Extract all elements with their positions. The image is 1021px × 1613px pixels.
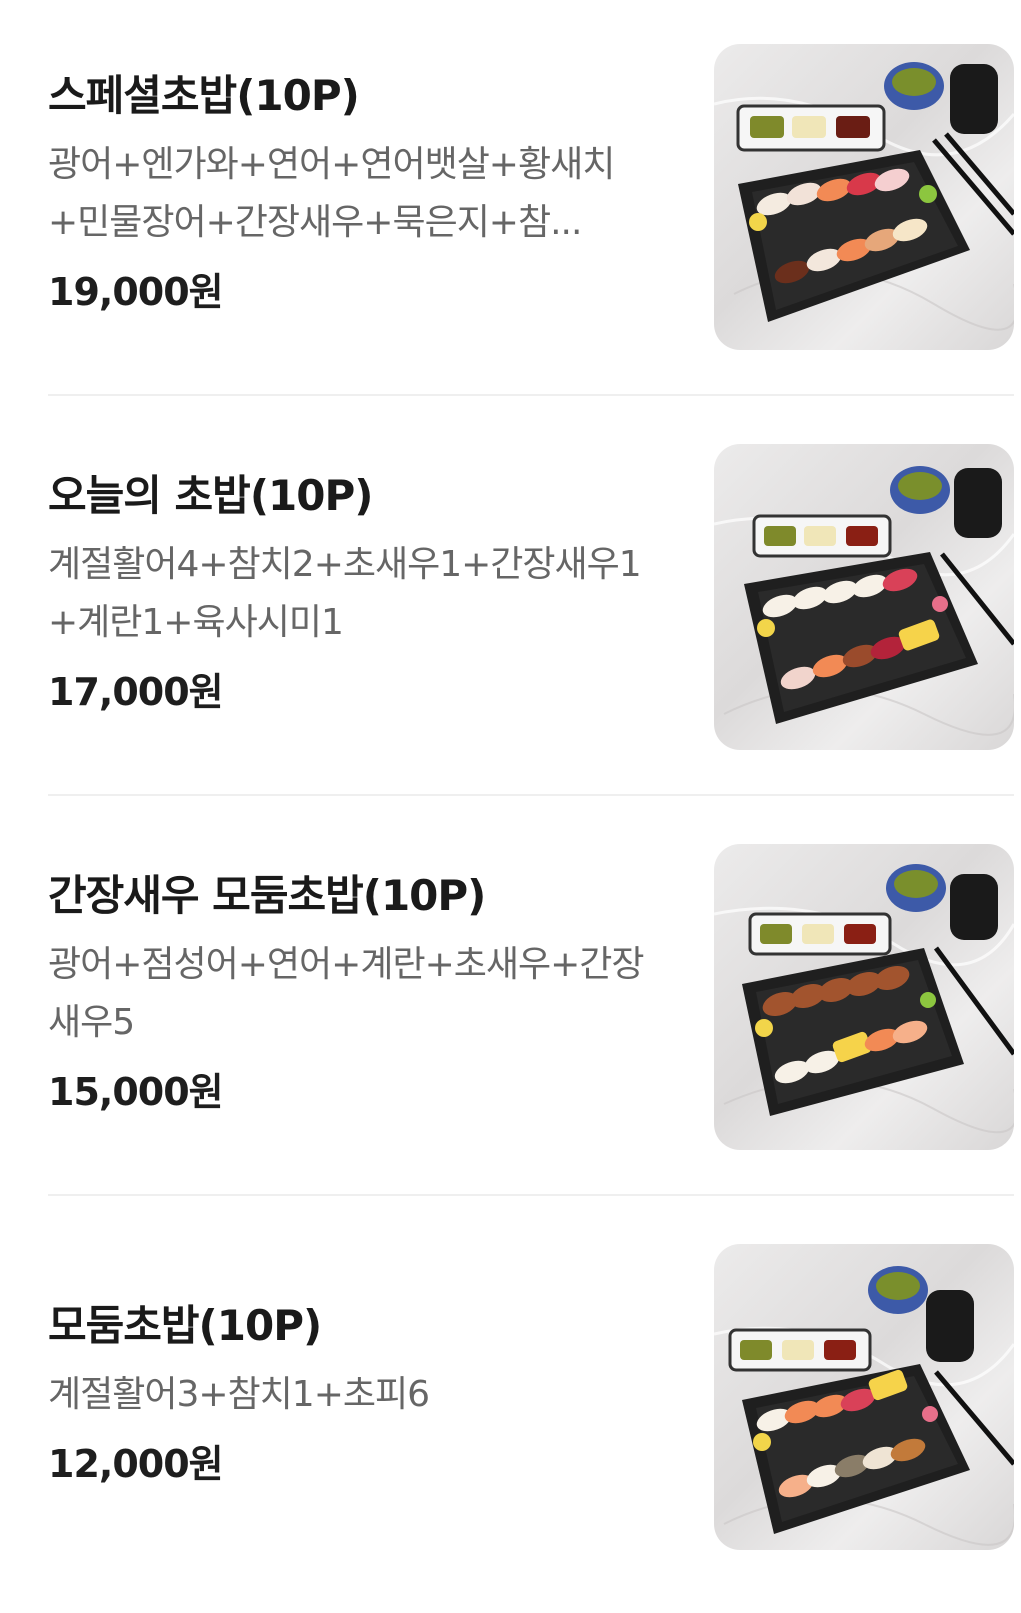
menu-item-title: 오늘의 초밥(10P) [48, 471, 373, 520]
sushi-platter-illustration [714, 466, 1014, 736]
menu-divider [48, 1194, 1014, 1196]
menu-item-text: 간장새우 모둠초밥(10P) 광어+점성어+연어+계란+초새우+간장새우5 15… [48, 868, 668, 1118]
menu-item-description: 광어+엔가와+연어+연어뱃살+황새치+민물장어+간장새우+묵은지+참... [48, 144, 615, 243]
sushi-platter-illustration [714, 864, 1014, 1134]
menu-item-price: 15,000원 [48, 1070, 224, 1114]
sushi-platter-image[interactable] [714, 444, 1014, 750]
menu-list: 스페셜초밥(10P) 광어+엔가와+연어+연어뱃살+황새치+민물장어+간장새우+… [0, 0, 1021, 1613]
menu-divider [48, 394, 1014, 396]
menu-item-title: 간장새우 모둠초밥(10P) [48, 871, 486, 920]
menu-item-text: 스페셜초밥(10P) 광어+엔가와+연어+연어뱃살+황새치+민물장어+간장새우+… [48, 68, 668, 318]
menu-item-text: 모둠초밥(10P) 계절활어3+참치1+초피6 12,000원 [48, 1298, 668, 1490]
sushi-platter-illustration [714, 62, 1014, 331]
menu-item-title: 모둠초밥(10P) [48, 1301, 322, 1350]
menu-item-price: 19,000원 [48, 270, 224, 314]
menu-item-text: 오늘의 초밥(10P) 계절활어4+참치2+초새우1+간장새우1+계란1+육사시… [48, 468, 668, 718]
menu-item-description: 계절활어4+참치2+초새우1+간장새우1+계란1+육사시미1 [48, 544, 642, 643]
menu-item-description: 광어+점성어+연어+계란+초새우+간장새우5 [48, 944, 645, 1043]
sushi-platter-illustration [714, 1266, 1014, 1546]
sushi-platter-image[interactable] [714, 44, 1014, 350]
menu-item-todays-sushi[interactable]: 오늘의 초밥(10P) 계절활어4+참치2+초새우1+간장새우1+계란1+육사시… [0, 400, 1021, 808]
menu-item-description: 계절활어3+참치1+초피6 [48, 1374, 430, 1415]
menu-item-price: 12,000원 [48, 1442, 224, 1486]
menu-item-title: 스페셜초밥(10P) [48, 71, 360, 120]
menu-item-special-sushi[interactable]: 스페셜초밥(10P) 광어+엔가와+연어+연어뱃살+황새치+민물장어+간장새우+… [0, 0, 1021, 408]
menu-item-price: 17,000원 [48, 670, 224, 714]
menu-item-assorted-sushi[interactable]: 모둠초밥(10P) 계절활어3+참치1+초피6 12,000원 [0, 1200, 1021, 1608]
menu-divider [48, 794, 1014, 796]
menu-item-soy-shrimp-sushi[interactable]: 간장새우 모둠초밥(10P) 광어+점성어+연어+계란+초새우+간장새우5 15… [0, 800, 1021, 1208]
sushi-platter-image[interactable] [714, 844, 1014, 1150]
sushi-platter-image[interactable] [714, 1244, 1014, 1550]
